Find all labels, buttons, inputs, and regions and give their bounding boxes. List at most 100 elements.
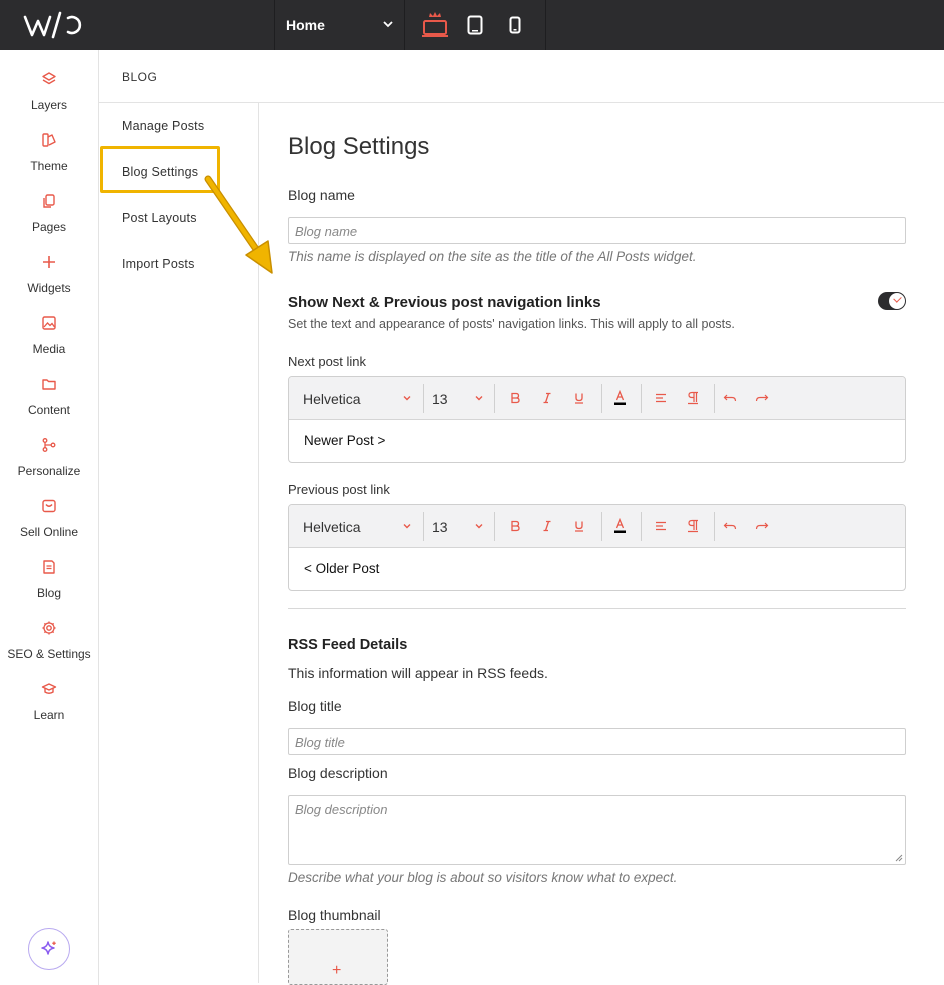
left-rail: Layers Theme Pages Widgets Media Content…	[0, 50, 99, 985]
plus-icon: +	[332, 962, 342, 979]
italic-button[interactable]	[537, 388, 557, 408]
underline-button[interactable]	[569, 516, 589, 536]
font-size-select[interactable]: 13	[432, 519, 448, 535]
previous-post-editor: Helvetica 13 < Older Post	[288, 504, 906, 591]
paragraph-button[interactable]	[683, 516, 703, 536]
image-icon	[42, 316, 56, 330]
font-select[interactable]: Helvetica	[303, 519, 361, 535]
subpanel-title: BLOG	[122, 70, 158, 84]
paragraph-icon	[688, 391, 698, 405]
blog-name-label: Blog name	[288, 187, 355, 203]
underline-icon	[575, 393, 583, 404]
rail-item-media[interactable]: Media	[0, 302, 98, 363]
pages-icon	[43, 194, 55, 208]
blog-name-hint: This name is displayed on the site as th…	[288, 249, 697, 264]
text-color-button[interactable]	[610, 388, 630, 408]
layers-icon	[42, 72, 56, 85]
align-left-icon	[656, 521, 666, 531]
mobile-view-button[interactable]	[503, 0, 527, 50]
rail-item-layers[interactable]: Layers	[0, 58, 98, 119]
nav-links-description: Set the text and appearance of posts' na…	[288, 317, 735, 331]
underline-icon	[575, 521, 583, 532]
rail-item-content[interactable]: Content	[0, 363, 98, 424]
underline-button[interactable]	[569, 388, 589, 408]
resize-handle-icon[interactable]	[895, 854, 903, 862]
redo-button[interactable]	[752, 516, 772, 536]
blog-description-textarea[interactable]: Blog description	[288, 795, 906, 865]
align-button[interactable]	[651, 388, 671, 408]
mobile-icon	[509, 16, 521, 34]
chevron-down-icon	[383, 21, 393, 28]
plus-icon	[43, 256, 55, 268]
sparkle-icon	[41, 941, 56, 955]
font-select[interactable]: Helvetica	[303, 391, 361, 407]
ai-assistant-button[interactable]	[28, 928, 70, 970]
next-post-editor: Helvetica 13 Newer Post >	[288, 376, 906, 463]
desktop-icon	[422, 12, 448, 37]
page-title: Blog Settings	[288, 133, 430, 160]
rail-item-learn[interactable]: Learn	[0, 668, 98, 729]
blog-description-label: Blog description	[288, 765, 388, 781]
toolbar-divider	[641, 512, 642, 541]
chevron-down-icon	[475, 396, 483, 401]
rail-item-label: Content	[27, 403, 71, 417]
editor-toolbar: Helvetica 13	[289, 377, 905, 420]
align-left-icon	[656, 393, 666, 403]
paragraph-button[interactable]	[683, 388, 703, 408]
rail-item-pages[interactable]: Pages	[0, 180, 98, 241]
rail-item-theme[interactable]: Theme	[0, 119, 98, 180]
bold-button[interactable]	[505, 516, 525, 536]
undo-icon	[723, 394, 737, 402]
rss-section-description: This information will appear in RSS feed…	[288, 665, 548, 681]
align-button[interactable]	[651, 516, 671, 536]
logo[interactable]	[22, 9, 84, 41]
editor-toolbar: Helvetica 13	[289, 505, 905, 548]
blog-description-hint: Describe what your blog is about so visi…	[288, 870, 678, 885]
desktop-view-button[interactable]	[415, 0, 455, 50]
undo-button[interactable]	[720, 516, 740, 536]
toolbar-divider	[494, 384, 495, 413]
next-post-label: Next post link	[288, 354, 367, 369]
undo-button[interactable]	[720, 388, 740, 408]
text-color-button[interactable]	[610, 516, 630, 536]
rail-item-seo-settings[interactable]: SEO & Settings	[0, 607, 98, 668]
blog-description-placeholder: Blog description	[295, 802, 388, 817]
page-selector[interactable]: Home	[274, 0, 405, 50]
personalize-icon	[42, 438, 56, 452]
rail-item-label: Theme	[30, 159, 68, 173]
tablet-view-button[interactable]	[462, 0, 488, 50]
thumbnail-upload[interactable]: +	[288, 929, 388, 985]
rail-item-label: Media	[32, 342, 66, 356]
next-post-text[interactable]: Newer Post >	[304, 433, 385, 448]
theme-icon	[42, 133, 56, 147]
rail-item-blog[interactable]: Blog	[0, 546, 98, 607]
bold-button[interactable]	[505, 388, 525, 408]
nav-links-title: Show Next & Previous post navigation lin…	[288, 294, 601, 311]
page-selector-value: Home	[286, 17, 325, 33]
gear-icon	[42, 621, 56, 635]
bold-icon	[511, 392, 520, 404]
rail-item-label: Personalize	[17, 464, 81, 478]
blog-name-input[interactable]: Blog name	[288, 217, 906, 244]
folder-icon	[42, 379, 56, 390]
nav-links-toggle[interactable]	[878, 292, 906, 310]
toolbar-divider	[423, 512, 424, 541]
graduation-cap-icon	[41, 683, 57, 694]
top-bar: Home	[0, 0, 944, 50]
blog-thumbnail-label: Blog thumbnail	[288, 907, 381, 923]
subnav-item-post-layouts[interactable]: Post Layouts	[122, 211, 197, 225]
paragraph-icon	[688, 519, 698, 533]
subnav-item-import-posts[interactable]: Import Posts	[122, 257, 195, 271]
previous-post-text[interactable]: < Older Post	[304, 561, 379, 576]
redo-button[interactable]	[752, 388, 772, 408]
rail-item-widgets[interactable]: Widgets	[0, 241, 98, 302]
rail-item-personalize[interactable]: Personalize	[0, 424, 98, 485]
tablet-icon	[467, 15, 483, 35]
italic-icon	[543, 392, 551, 404]
rail-item-label: Sell Online	[19, 525, 79, 539]
rail-item-sell-online[interactable]: Sell Online	[0, 485, 98, 546]
font-size-select[interactable]: 13	[432, 391, 448, 407]
subnav-item-manage-posts[interactable]: Manage Posts	[122, 119, 204, 133]
blog-title-input[interactable]: Blog title	[288, 728, 906, 755]
italic-button[interactable]	[537, 516, 557, 536]
